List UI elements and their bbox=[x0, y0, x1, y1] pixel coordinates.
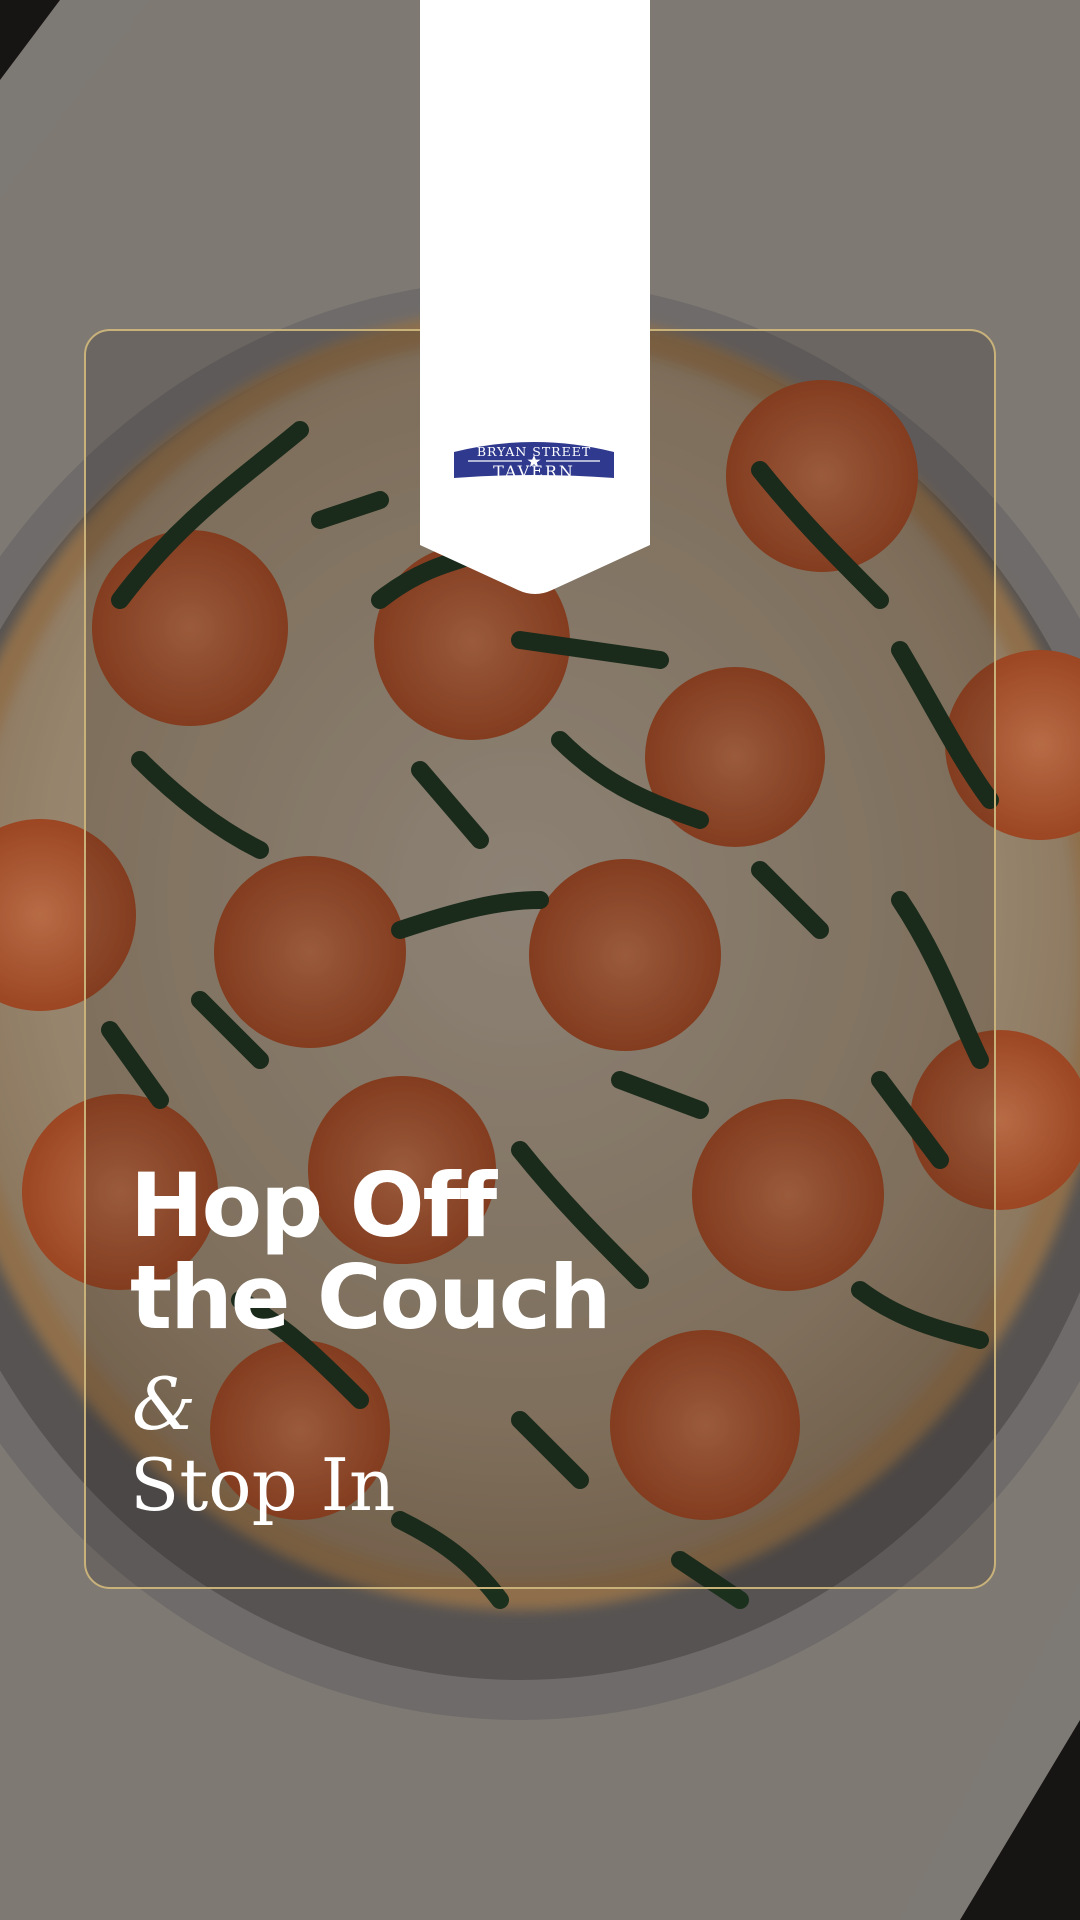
svg-text:TAVERN: TAVERN bbox=[493, 462, 575, 481]
headline: Hop Off the Couch bbox=[130, 1154, 612, 1349]
ampersand: & bbox=[132, 1362, 197, 1446]
bryan-street-tavern-logo: BRYAN STREET TAVERN bbox=[454, 442, 614, 481]
headline-line-2: the Couch bbox=[130, 1246, 612, 1349]
logo-ribbon bbox=[420, 0, 650, 594]
subline-stop-in: Stop In bbox=[130, 1443, 396, 1527]
headline-line-1: Hop Off bbox=[130, 1154, 497, 1257]
